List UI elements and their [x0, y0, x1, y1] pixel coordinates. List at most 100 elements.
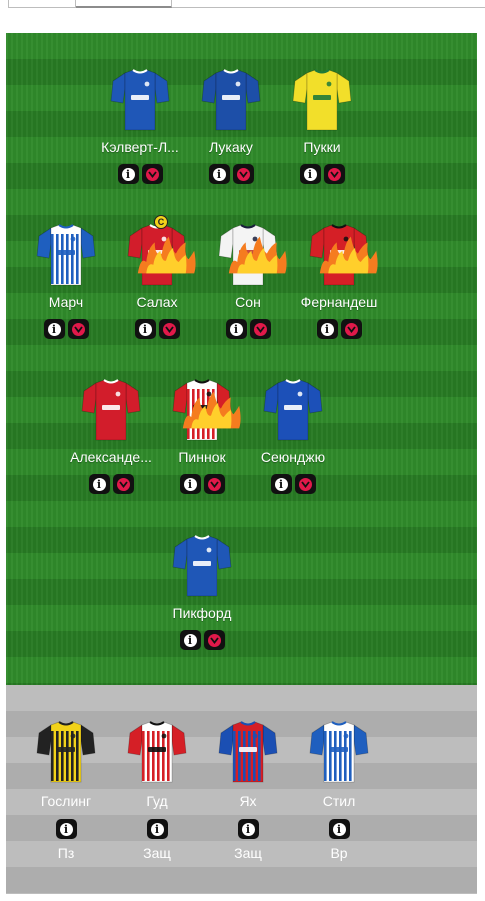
top-tabs [0, 0, 485, 8]
player-card[interactable]: Сон i [200, 222, 296, 339]
player-name: Александе... [70, 449, 152, 465]
tab-middle[interactable] [76, 0, 172, 8]
tottenham-shirt-icon [217, 222, 287, 288]
info-button[interactable]: i [316, 319, 338, 339]
player-actions: i [200, 319, 296, 339]
info-button[interactable]: i [208, 164, 230, 184]
chelsea-shirt-icon [200, 67, 262, 133]
substitute-button[interactable] [323, 164, 345, 184]
substitute-button[interactable] [112, 474, 134, 494]
captain-badge: C [154, 215, 168, 229]
player-card[interactable]: Александе... i [63, 377, 159, 494]
info-button[interactable]: i [146, 819, 168, 839]
player-card[interactable]: Пукки i [274, 67, 370, 184]
info-icon: i [59, 822, 73, 836]
player-actions: i [18, 319, 114, 339]
brighton-shirt-icon [308, 719, 370, 785]
player-name: Пикфорд [172, 605, 232, 621]
player-name: Пукки [303, 139, 341, 155]
info-icon: i [92, 477, 106, 491]
chevron-down-icon [327, 167, 341, 181]
player-card[interactable]: Ях i Защ [200, 719, 296, 862]
player-actions: i [291, 819, 387, 839]
player-card[interactable]: Кэлверт-Л... i [92, 67, 188, 184]
player-card[interactable]: Марч i [18, 222, 114, 339]
chevron-down-icon [298, 477, 312, 491]
substitute-button[interactable] [249, 319, 271, 339]
substitute-button[interactable] [141, 164, 163, 184]
info-button[interactable]: i [299, 164, 321, 184]
info-icon: i [150, 822, 164, 836]
player-name: Фернандеш [300, 294, 378, 310]
info-icon: i [303, 167, 317, 181]
substitute-button[interactable] [203, 630, 225, 650]
info-icon: i [47, 322, 61, 336]
player-position: Пз [57, 845, 75, 861]
brentford-shirt-icon [126, 719, 188, 785]
info-button[interactable]: i [55, 819, 77, 839]
substitute-button[interactable] [294, 474, 316, 494]
everton-shirt-icon [109, 67, 171, 133]
info-icon: i [138, 322, 152, 336]
info-icon: i [121, 167, 135, 181]
chevron-down-icon [207, 633, 221, 647]
substitute-button[interactable] [203, 474, 225, 494]
info-button[interactable]: i [270, 474, 292, 494]
brighton-shirt-icon [35, 222, 97, 288]
watford-shirt-icon [35, 719, 97, 785]
player-actions: i [154, 630, 250, 650]
info-button[interactable]: i [117, 164, 139, 184]
substitute-button[interactable] [340, 319, 362, 339]
substitute-button[interactable] [67, 319, 89, 339]
player-card[interactable]: Пикфорд i [154, 533, 250, 650]
player-actions: i [63, 474, 159, 494]
chevron-down-icon [71, 322, 85, 336]
info-button[interactable]: i [328, 819, 350, 839]
player-name: Гуд [146, 793, 168, 809]
brentford-shirt-icon [171, 377, 241, 443]
liverpool-shirt-icon [126, 222, 196, 288]
info-icon: i [241, 822, 255, 836]
player-card[interactable]: Салах i [109, 222, 205, 339]
substitute-button[interactable] [158, 319, 180, 339]
player-actions: i [109, 319, 205, 339]
norwich-shirt-icon [291, 67, 353, 133]
chevron-down-icon [344, 322, 358, 336]
player-card[interactable]: Сеюнджю i [245, 377, 341, 494]
info-icon: i [332, 822, 346, 836]
info-button[interactable]: i [237, 819, 259, 839]
player-card[interactable]: Гуд i Защ [109, 719, 205, 862]
player-card[interactable]: Фернандеш i [291, 222, 387, 339]
player-name: Ях [239, 793, 257, 809]
info-button[interactable]: i [179, 474, 201, 494]
player-name: Сеюнджю [260, 449, 326, 465]
chevron-down-icon [116, 477, 130, 491]
player-actions: i [109, 819, 205, 839]
man-utd-shirt-icon [308, 222, 378, 288]
info-icon: i [320, 322, 334, 336]
info-button[interactable]: i [88, 474, 110, 494]
liverpool-shirt-icon [80, 377, 142, 443]
player-actions: i [18, 819, 114, 839]
player-actions: i [291, 319, 387, 339]
tab-rest [172, 0, 485, 8]
player-card[interactable]: Стил i Вр [291, 719, 387, 862]
player-card[interactable]: Гослинг i Пз [18, 719, 114, 862]
info-icon: i [183, 633, 197, 647]
player-card[interactable]: Пиннок i [154, 377, 250, 494]
chevron-down-icon [236, 167, 250, 181]
info-button[interactable]: i [43, 319, 65, 339]
info-icon: i [183, 477, 197, 491]
substitute-button[interactable] [232, 164, 254, 184]
info-button[interactable]: i [179, 630, 201, 650]
info-icon: i [229, 322, 243, 336]
player-actions: i [274, 164, 370, 184]
player-card[interactable]: Лукаку i [183, 67, 279, 184]
info-button[interactable]: i [225, 319, 247, 339]
leicester-shirt-icon [262, 377, 324, 443]
player-position: Вр [330, 845, 348, 861]
player-position: Защ [143, 845, 171, 861]
player-actions: i [154, 474, 250, 494]
tab-left[interactable] [8, 0, 76, 8]
info-button[interactable]: i [134, 319, 156, 339]
